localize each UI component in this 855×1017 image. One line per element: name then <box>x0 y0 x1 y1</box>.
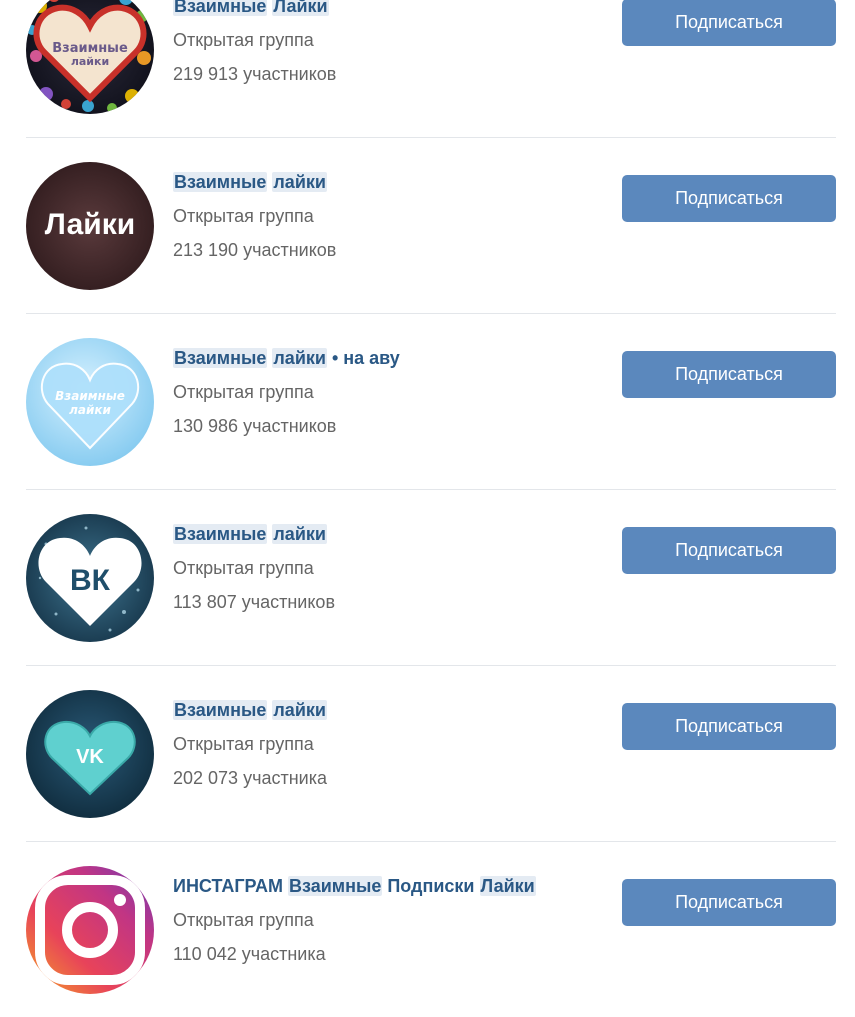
group-row: Взаимные лайки Взаимные Лайки Открытая гр… <box>26 0 836 138</box>
group-row: Взаимные лайки Взаимные лайки • на аву От… <box>26 314 836 490</box>
group-info: Взаимные лайки Открытая группа 113 807 уча… <box>173 523 335 613</box>
search-highlight: Взаимные <box>173 348 268 368</box>
search-highlight: Лайки <box>479 876 536 896</box>
subscribe-button[interactable]: Подписаться <box>622 527 836 574</box>
group-type: Открытая группа <box>173 206 314 226</box>
search-highlight: Взаимные <box>173 700 268 720</box>
search-highlight: Взаимные <box>173 0 268 16</box>
subscribe-button[interactable]: Подписаться <box>622 0 836 46</box>
search-highlight: лайки <box>272 524 327 544</box>
member-count: 110 042 участника <box>173 944 326 964</box>
group-row: Лайки Взаимные лайки Открытая группа 213 1… <box>26 138 836 314</box>
group-row: ИНСТАГРАМ Взаимные Подписки Лайки Открыта… <box>26 842 836 1017</box>
member-count: 130 986 участников <box>173 416 337 436</box>
group-name-link[interactable]: ИНСТАГРАМ Взаимные Подписки Лайки <box>173 875 536 897</box>
member-count: 213 190 участников <box>173 240 337 260</box>
group-info: Взаимные лайки • на аву Открытая группа 13… <box>173 347 400 437</box>
group-name-link[interactable]: Взаимные лайки • на аву <box>173 347 400 369</box>
group-info: Взаимные Лайки Открытая группа 219 913 уча… <box>173 0 336 85</box>
group-row: VK Взаимные лайки Открытая группа 202 073 … <box>26 666 836 842</box>
search-highlight: лайки <box>272 700 327 720</box>
group-row: ВК Взаимные лайки Открытая группа 113 807 … <box>26 490 836 666</box>
group-type: Открытая группа <box>173 910 314 930</box>
avatar-text: ВК <box>70 564 111 597</box>
member-count: 113 807 участников <box>173 592 336 612</box>
group-avatar[interactable] <box>26 866 154 994</box>
search-highlight: лайки <box>272 172 327 192</box>
search-highlight: Взаимные <box>173 172 268 192</box>
group-avatar[interactable]: Взаимные лайки <box>26 338 154 466</box>
group-name-text: ИНСТАГРАМ <box>173 876 288 896</box>
search-highlight: Взаимные <box>287 876 383 896</box>
group-avatar[interactable]: Взаимные лайки <box>26 0 154 114</box>
group-type: Открытая группа <box>173 558 314 578</box>
group-name-text: Подписки <box>382 876 480 896</box>
avatar-text: VK <box>76 746 104 768</box>
search-highlight: лайки <box>272 348 327 368</box>
avatar-text: лайки <box>71 55 109 68</box>
avatar-text: лайки <box>69 403 111 417</box>
group-name-link[interactable]: Взаимные лайки <box>173 699 327 721</box>
group-name-link[interactable]: Взаимные лайки <box>173 523 335 545</box>
group-info: Взаимные лайки Открытая группа 213 190 уча… <box>173 171 336 261</box>
group-name-text: • на аву <box>326 348 400 368</box>
subscribe-button[interactable]: Подписаться <box>622 351 836 398</box>
group-name-link[interactable]: Взаимные Лайки <box>173 0 336 17</box>
subscribe-button[interactable]: Подписаться <box>622 703 836 750</box>
group-avatar[interactable]: VK <box>26 690 154 818</box>
group-info: ИНСТАГРАМ Взаимные Подписки Лайки Открыта… <box>173 875 536 965</box>
group-type: Открытая группа <box>173 30 314 50</box>
subscribe-button[interactable]: Подписаться <box>622 879 836 926</box>
group-info: Взаимные лайки Открытая группа 202 073 уча… <box>173 699 327 789</box>
avatar-text: Лайки <box>45 208 135 241</box>
group-type: Открытая группа <box>173 734 314 754</box>
group-search-results: Взаимные лайки Взаимные Лайки Открытая гр… <box>0 0 855 1017</box>
member-count: 202 073 участника <box>173 768 327 788</box>
subscribe-button[interactable]: Подписаться <box>622 175 836 222</box>
avatar-text: Взаимные <box>52 41 128 56</box>
group-avatar[interactable]: ВК <box>26 514 154 642</box>
member-count: 219 913 участников <box>173 64 337 84</box>
search-highlight: Лайки <box>272 0 329 16</box>
group-name-link[interactable]: Взаимные лайки <box>173 171 336 193</box>
group-type: Открытая группа <box>173 382 314 402</box>
search-highlight: Взаимные <box>173 524 268 544</box>
group-avatar[interactable]: Лайки <box>26 162 154 290</box>
avatar-text: Взаимные <box>55 389 125 403</box>
